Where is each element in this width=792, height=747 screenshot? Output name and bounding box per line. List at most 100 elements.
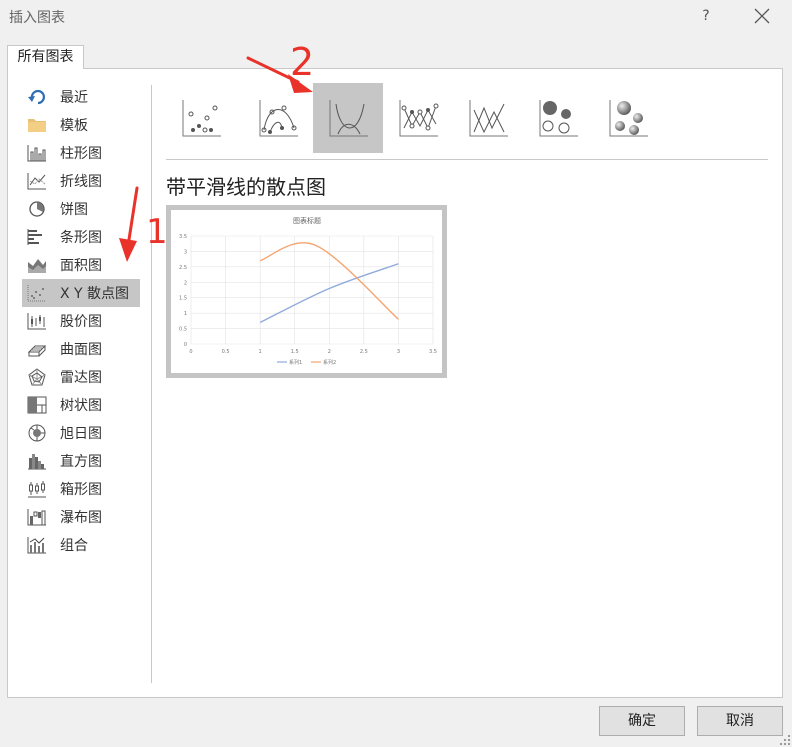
x-tick-label: 2.5 <box>360 349 368 355</box>
sidebar-item-treemap[interactable]: 树状图 <box>22 391 140 419</box>
subtype-scatter-smooth-lines[interactable] <box>313 83 383 153</box>
combo-chart-icon <box>27 537 46 554</box>
sidebar-item-label: 雷达图 <box>60 370 102 386</box>
sidebar-item-bar[interactable]: 条形图 <box>22 223 140 251</box>
chart-panel: 最近 模板 柱形图 折线图 饼图 条形图 面积图 X Y 散点图 股价图 曲面图… <box>7 68 783 698</box>
scatter-icon <box>182 100 221 137</box>
subtype-title: 带平滑线的散点图 <box>166 175 326 199</box>
sidebar-item-stock[interactable]: 股价图 <box>22 307 140 335</box>
y-tick-label: 2.5 <box>179 265 187 271</box>
tab-all-charts[interactable]: 所有图表 <box>7 45 84 69</box>
sidebar-item-histogram[interactable]: 直方图 <box>22 447 140 475</box>
recent-icon <box>28 89 45 105</box>
sidebar-item-label: X Y 散点图 <box>60 286 130 302</box>
sidebar-item-surface[interactable]: 曲面图 <box>22 335 140 363</box>
sidebar-item-sunburst[interactable]: 旭日图 <box>22 419 140 447</box>
sidebar-item-area[interactable]: 面积图 <box>22 251 140 279</box>
column-chart-icon <box>27 145 46 162</box>
sidebar-item-label: 柱形图 <box>60 146 102 162</box>
bubble-icon <box>539 100 578 137</box>
x-tick-label: 0.5 <box>222 349 230 355</box>
chart-subtype-row <box>166 83 766 153</box>
sidebar-item-label: 股价图 <box>60 314 102 330</box>
x-tick-label: 0 <box>189 349 192 355</box>
subtype-scatter-straight-markers[interactable] <box>383 83 453 153</box>
histogram-chart-icon <box>28 454 46 470</box>
horizontal-divider <box>166 159 768 160</box>
sidebar-item-waterfall[interactable]: 瀑布图 <box>22 503 140 531</box>
y-tick-label: 3 <box>184 249 187 255</box>
box-whisker-chart-icon <box>28 481 46 498</box>
close-icon <box>754 8 770 24</box>
cancel-button[interactable]: 取消 <box>697 706 783 736</box>
stock-chart-icon <box>27 313 46 330</box>
sidebar-item-label: 箱形图 <box>60 482 102 498</box>
sidebar-item-label: 组合 <box>60 538 88 554</box>
preview-chart: 图表标题 0 0.5 1 1.5 2 2.5 3 3.5 0 0.5 1 1.5 2 2.5 3 3.5 系列1… <box>171 210 442 373</box>
x-tick-label: 3.5 <box>429 349 437 355</box>
sidebar-item-label: 瀑布图 <box>60 510 102 526</box>
y-tick-label: 0.5 <box>179 327 187 333</box>
y-tick-label: 1.5 <box>179 296 187 302</box>
sidebar-item-radar[interactable]: 雷达图 <box>22 363 140 391</box>
radar-chart-icon <box>28 368 46 386</box>
resize-grip-icon[interactable] <box>779 734 791 746</box>
surface-chart-icon <box>27 345 47 357</box>
title-bar: 插入图表 ? <box>0 0 792 34</box>
sidebar-item-label: 树状图 <box>60 398 102 414</box>
sidebar-item-xy-scatter[interactable]: X Y 散点图 <box>22 279 140 307</box>
x-tick-label: 3 <box>397 349 400 355</box>
scatter-straight-markers-icon <box>399 100 439 137</box>
area-chart-icon <box>28 259 46 273</box>
x-tick-label: 1 <box>259 349 262 355</box>
sidebar-item-label: 条形图 <box>60 230 102 246</box>
scatter-straight-lines-icon <box>469 100 508 137</box>
x-tick-label: 1.5 <box>291 349 299 355</box>
chart-preview[interactable]: 图表标题 0 0.5 1 1.5 2 2.5 3 3.5 0 0.5 1 1.5 2 2.5 3 3.5 系列1… <box>166 205 447 378</box>
sidebar-item-label: 曲面图 <box>60 342 102 358</box>
sidebar-item-box-whisker[interactable]: 箱形图 <box>22 475 140 503</box>
scatter-smooth-markers-icon <box>259 100 298 137</box>
sidebar-item-recent[interactable]: 最近 <box>22 83 140 111</box>
subtype-scatter-smooth-markers[interactable] <box>243 83 313 153</box>
chart-type-list: 最近 模板 柱形图 折线图 饼图 条形图 面积图 X Y 散点图 股价图 曲面图… <box>22 83 140 559</box>
treemap-chart-icon <box>27 396 47 414</box>
sidebar-item-label: 直方图 <box>60 454 102 470</box>
sunburst-chart-icon <box>28 424 46 442</box>
subtype-scatter-straight-lines[interactable] <box>453 83 523 153</box>
dialog-title: 插入图表 <box>9 10 65 26</box>
bar-chart-icon <box>27 229 42 245</box>
bubble-3d-icon <box>609 100 648 137</box>
sidebar-item-label: 模板 <box>60 118 88 134</box>
sidebar-item-label: 折线图 <box>60 174 102 190</box>
sidebar-item-line[interactable]: 折线图 <box>22 167 140 195</box>
sidebar-item-label: 面积图 <box>60 258 102 274</box>
legend-label: 系列1 <box>289 359 302 366</box>
help-button[interactable]: ? <box>698 5 714 27</box>
subtype-bubble-3d[interactable] <box>593 83 663 153</box>
sidebar-item-label: 饼图 <box>60 202 88 218</box>
chart-title: 图表标题 <box>293 216 321 225</box>
waterfall-chart-icon <box>27 509 46 526</box>
ok-button[interactable]: 确定 <box>599 706 685 736</box>
sidebar-item-combo[interactable]: 组合 <box>22 531 140 559</box>
y-tick-label: 3.5 <box>179 234 187 240</box>
scatter-smooth-lines-icon <box>329 100 368 137</box>
sidebar-item-label: 最近 <box>60 90 88 106</box>
subtype-scatter[interactable] <box>166 83 236 153</box>
legend-label: 系列2 <box>323 359 336 366</box>
y-tick-label: 2 <box>184 280 187 286</box>
subtype-bubble[interactable] <box>523 83 593 153</box>
sidebar-item-column[interactable]: 柱形图 <box>22 139 140 167</box>
chart-area <box>171 210 442 373</box>
close-button[interactable] <box>752 6 772 26</box>
line-chart-icon <box>27 173 46 190</box>
y-tick-label: 1 <box>184 311 187 317</box>
x-tick-label: 2 <box>328 349 331 355</box>
y-tick-label: 0 <box>184 342 187 348</box>
sidebar-item-pie[interactable]: 饼图 <box>22 195 140 223</box>
sidebar-item-label: 旭日图 <box>60 426 102 442</box>
scatter-chart-icon <box>27 285 46 302</box>
sidebar-item-templates[interactable]: 模板 <box>22 111 140 139</box>
pie-chart-icon <box>29 201 45 217</box>
